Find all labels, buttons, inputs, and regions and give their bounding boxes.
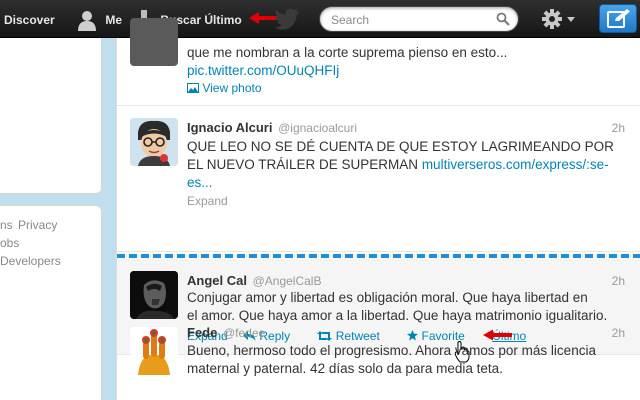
tweet-text: QUE LEO NO SE DÉ CUENTA DE QUE ESTOY LAG… <box>187 138 627 192</box>
footer-link-developers[interactable]: Developers <box>0 254 61 268</box>
user-name[interactable]: Fede <box>187 325 217 340</box>
user-handle[interactable]: @ignacioalcuri <box>278 121 357 135</box>
view-photo-link[interactable]: View photo <box>187 81 274 95</box>
compose-icon <box>607 9 630 28</box>
gear-icon <box>542 9 562 29</box>
search-icon[interactable] <box>496 12 510 26</box>
avatar[interactable] <box>130 271 178 319</box>
avatar-image <box>130 327 178 375</box>
avatar-image <box>130 271 178 319</box>
avatar[interactable] <box>130 18 178 66</box>
tweet-link-continued[interactable]: es... <box>187 174 627 192</box>
new-tweets-separator <box>117 254 640 258</box>
tweet-timestamp[interactable]: 2h <box>612 326 625 340</box>
search-box[interactable] <box>319 6 519 32</box>
tweet-stream: que me nombran a la corte suprema pienso… <box>116 18 640 400</box>
tweet-actions: Expand <box>187 194 240 208</box>
tweet-header: Angel Cal @AngelCalB <box>187 273 321 288</box>
tweet-item[interactable]: que me nombran a la corte suprema pienso… <box>117 18 640 106</box>
compose-tweet-button[interactable] <box>599 4 637 33</box>
tweet-text: que me nombran a la corte suprema pienso… <box>187 44 627 80</box>
twitter-bird-icon[interactable] <box>274 7 300 31</box>
nav-me-label: Me <box>105 12 123 27</box>
footer-links-card: ns Privacy obs Developers <box>0 205 102 400</box>
footer-link-privacy[interactable]: Privacy <box>18 218 57 232</box>
photo-icon <box>187 83 199 93</box>
tweet-header: Ignacio Alcuri @ignacioalcuri <box>187 120 357 135</box>
tweet-link[interactable]: pic.twitter.com/OUuQHFIj <box>187 62 627 80</box>
avatar[interactable] <box>130 327 178 375</box>
user-handle[interactable]: @fedee <box>223 326 265 340</box>
tweet-timestamp[interactable]: 2h <box>612 121 625 135</box>
avatar[interactable] <box>130 118 178 166</box>
chevron-down-icon <box>567 17 575 22</box>
footer-link-jobs[interactable]: obs <box>0 236 19 250</box>
view-photo-label: View photo <box>202 81 262 95</box>
footer-link-terms[interactable]: ns <box>0 218 13 232</box>
top-navigation-bar: Discover Me Buscar Último <box>0 0 640 38</box>
expand-link[interactable]: Expand <box>187 194 228 208</box>
user-name[interactable]: Angel Cal <box>187 273 247 288</box>
settings-menu[interactable] <box>541 9 581 29</box>
tweet-link[interactable]: multiverseros.com/express/:se- <box>422 157 609 172</box>
tweet-timestamp[interactable]: 2h <box>612 274 625 288</box>
tweet-header: Fede @fedee <box>187 325 265 340</box>
nav-discover[interactable]: Discover <box>4 0 55 38</box>
tweet-text: Bueno, hermoso todo el progresismo. Ahor… <box>187 343 596 376</box>
avatar-image <box>130 118 178 166</box>
user-name[interactable]: Ignacio Alcuri <box>187 120 272 135</box>
search-input[interactable] <box>331 11 491 28</box>
tweet-item[interactable]: Ignacio Alcuri @ignacioalcuri 2h QUE LEO… <box>117 106 640 252</box>
nav-discover-label: Discover <box>4 12 55 27</box>
left-dashboard-card <box>0 38 102 194</box>
tweet-item[interactable]: Fede @fedee 2h Bueno, hermoso todo el pr… <box>117 317 640 400</box>
person-icon <box>78 10 96 31</box>
nav-me[interactable]: Me <box>76 0 122 38</box>
user-handle[interactable]: @AngelCalB <box>253 274 322 288</box>
